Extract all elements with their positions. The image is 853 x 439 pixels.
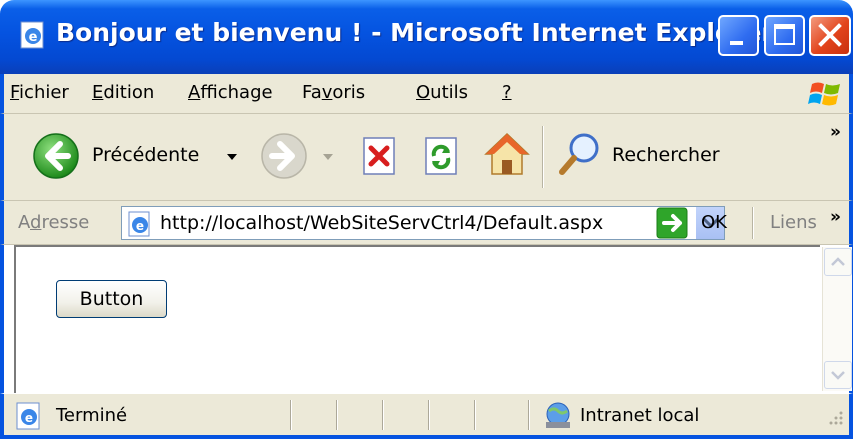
menu-label: ffichage <box>200 82 273 103</box>
menu-accel: v <box>321 82 333 103</box>
menu-label: Fa <box>302 82 322 103</box>
home-button[interactable] <box>482 130 532 180</box>
standard-toolbar: Précédente Rechercher » <box>0 114 853 201</box>
address-separator <box>752 207 754 239</box>
scroll-down-button[interactable] <box>824 361 852 389</box>
status-divider <box>290 400 292 430</box>
search-label: Rechercher <box>612 144 720 166</box>
page-button[interactable]: Button <box>56 280 167 318</box>
menu-bar: Fichier Edition Affichage Favoris Outils… <box>0 74 853 114</box>
status-divider <box>382 400 384 430</box>
svg-text:e: e <box>25 411 33 425</box>
back-arrow-icon <box>33 133 79 179</box>
menu-favoris[interactable]: Favoris <box>302 82 365 103</box>
page-icon: e <box>128 211 150 237</box>
window-title: Bonjour et bienvenu ! - Microsoft Intern… <box>56 18 774 47</box>
page-content: Button <box>0 245 853 393</box>
chevron-down-icon <box>831 371 845 380</box>
status-divider <box>528 400 530 430</box>
maximize-button[interactable] <box>764 15 805 56</box>
menu-edition[interactable]: Edition <box>92 82 154 103</box>
ie-page-icon: e <box>20 21 44 49</box>
stop-button[interactable] <box>360 136 402 178</box>
menu-help[interactable]: ? <box>502 82 512 103</box>
links-overflow-chevron-icon[interactable]: » <box>830 207 841 227</box>
menu-accel: F <box>10 82 20 103</box>
vertical-scrollbar[interactable] <box>822 247 852 391</box>
go-button[interactable] <box>656 207 692 239</box>
status-text: Terminé <box>56 405 128 426</box>
address-label-accel: d <box>30 212 42 233</box>
forward-arrow-icon <box>261 133 307 179</box>
stop-icon <box>363 137 395 175</box>
chevron-up-icon <box>831 257 845 266</box>
refresh-icon <box>425 137 457 175</box>
address-label-pre: A <box>18 212 30 233</box>
windows-logo-icon <box>808 82 840 106</box>
address-label: Adresse <box>18 212 89 233</box>
menu-accel: E <box>92 82 104 103</box>
close-icon <box>818 23 842 47</box>
menu-label: oris <box>332 82 366 103</box>
maximize-icon <box>774 24 795 45</box>
toolbar-separator <box>542 126 544 188</box>
address-url: http://localhost/WebSiteServCtrl4/Defaul… <box>160 212 604 234</box>
svg-text:e: e <box>136 219 144 233</box>
menu-outils[interactable]: Outils <box>416 82 468 103</box>
menu-accel: A <box>188 82 201 103</box>
status-bar: e Terminé Intranet local <box>0 393 853 439</box>
search-icon <box>559 133 599 175</box>
security-zone-text: Intranet local <box>580 405 700 426</box>
address-label-rest: resse <box>41 212 90 233</box>
back-button[interactable]: Précédente <box>32 132 270 182</box>
address-input[interactable]: e http://localhost/WebSiteServCtrl4/Defa… <box>121 206 725 240</box>
resize-grip-icon[interactable] <box>826 408 844 426</box>
status-divider <box>474 400 476 430</box>
close-button[interactable] <box>809 15 851 56</box>
menu-accel: O <box>416 82 431 103</box>
status-divider <box>428 400 430 430</box>
menu-affichage[interactable]: Affichage <box>188 82 273 103</box>
minimize-icon <box>730 41 743 45</box>
back-dropdown-icon <box>227 154 237 160</box>
home-icon <box>484 132 530 175</box>
back-label: Précédente <box>92 144 200 166</box>
go-arrow-icon <box>656 207 688 239</box>
menu-accel: ? <box>502 82 512 103</box>
refresh-button[interactable] <box>422 136 464 178</box>
viewport: Button <box>14 245 820 393</box>
links-label[interactable]: Liens <box>770 212 817 233</box>
page-status-icon: e <box>16 402 40 430</box>
status-divider <box>336 400 338 430</box>
forward-button[interactable] <box>260 132 344 182</box>
toolbar-overflow-chevron-icon[interactable]: » <box>830 122 841 142</box>
title-bar[interactable]: e Bonjour et bienvenu ! - Microsoft Inte… <box>0 0 853 74</box>
menu-label: dition <box>103 82 155 103</box>
svg-text:e: e <box>29 30 38 45</box>
menu-label: utils <box>430 82 469 103</box>
search-button[interactable]: Rechercher <box>556 130 736 180</box>
menu-label: ichier <box>19 82 69 103</box>
minimize-button[interactable] <box>718 15 759 56</box>
address-bar: Adresse e http://localhost/WebSiteServCt… <box>0 201 853 245</box>
forward-dropdown-icon <box>323 154 333 160</box>
scroll-up-button[interactable] <box>824 248 852 276</box>
intranet-zone-icon <box>546 402 570 428</box>
menu-fichier[interactable]: Fichier <box>10 82 69 103</box>
go-label[interactable]: OK <box>701 212 727 233</box>
